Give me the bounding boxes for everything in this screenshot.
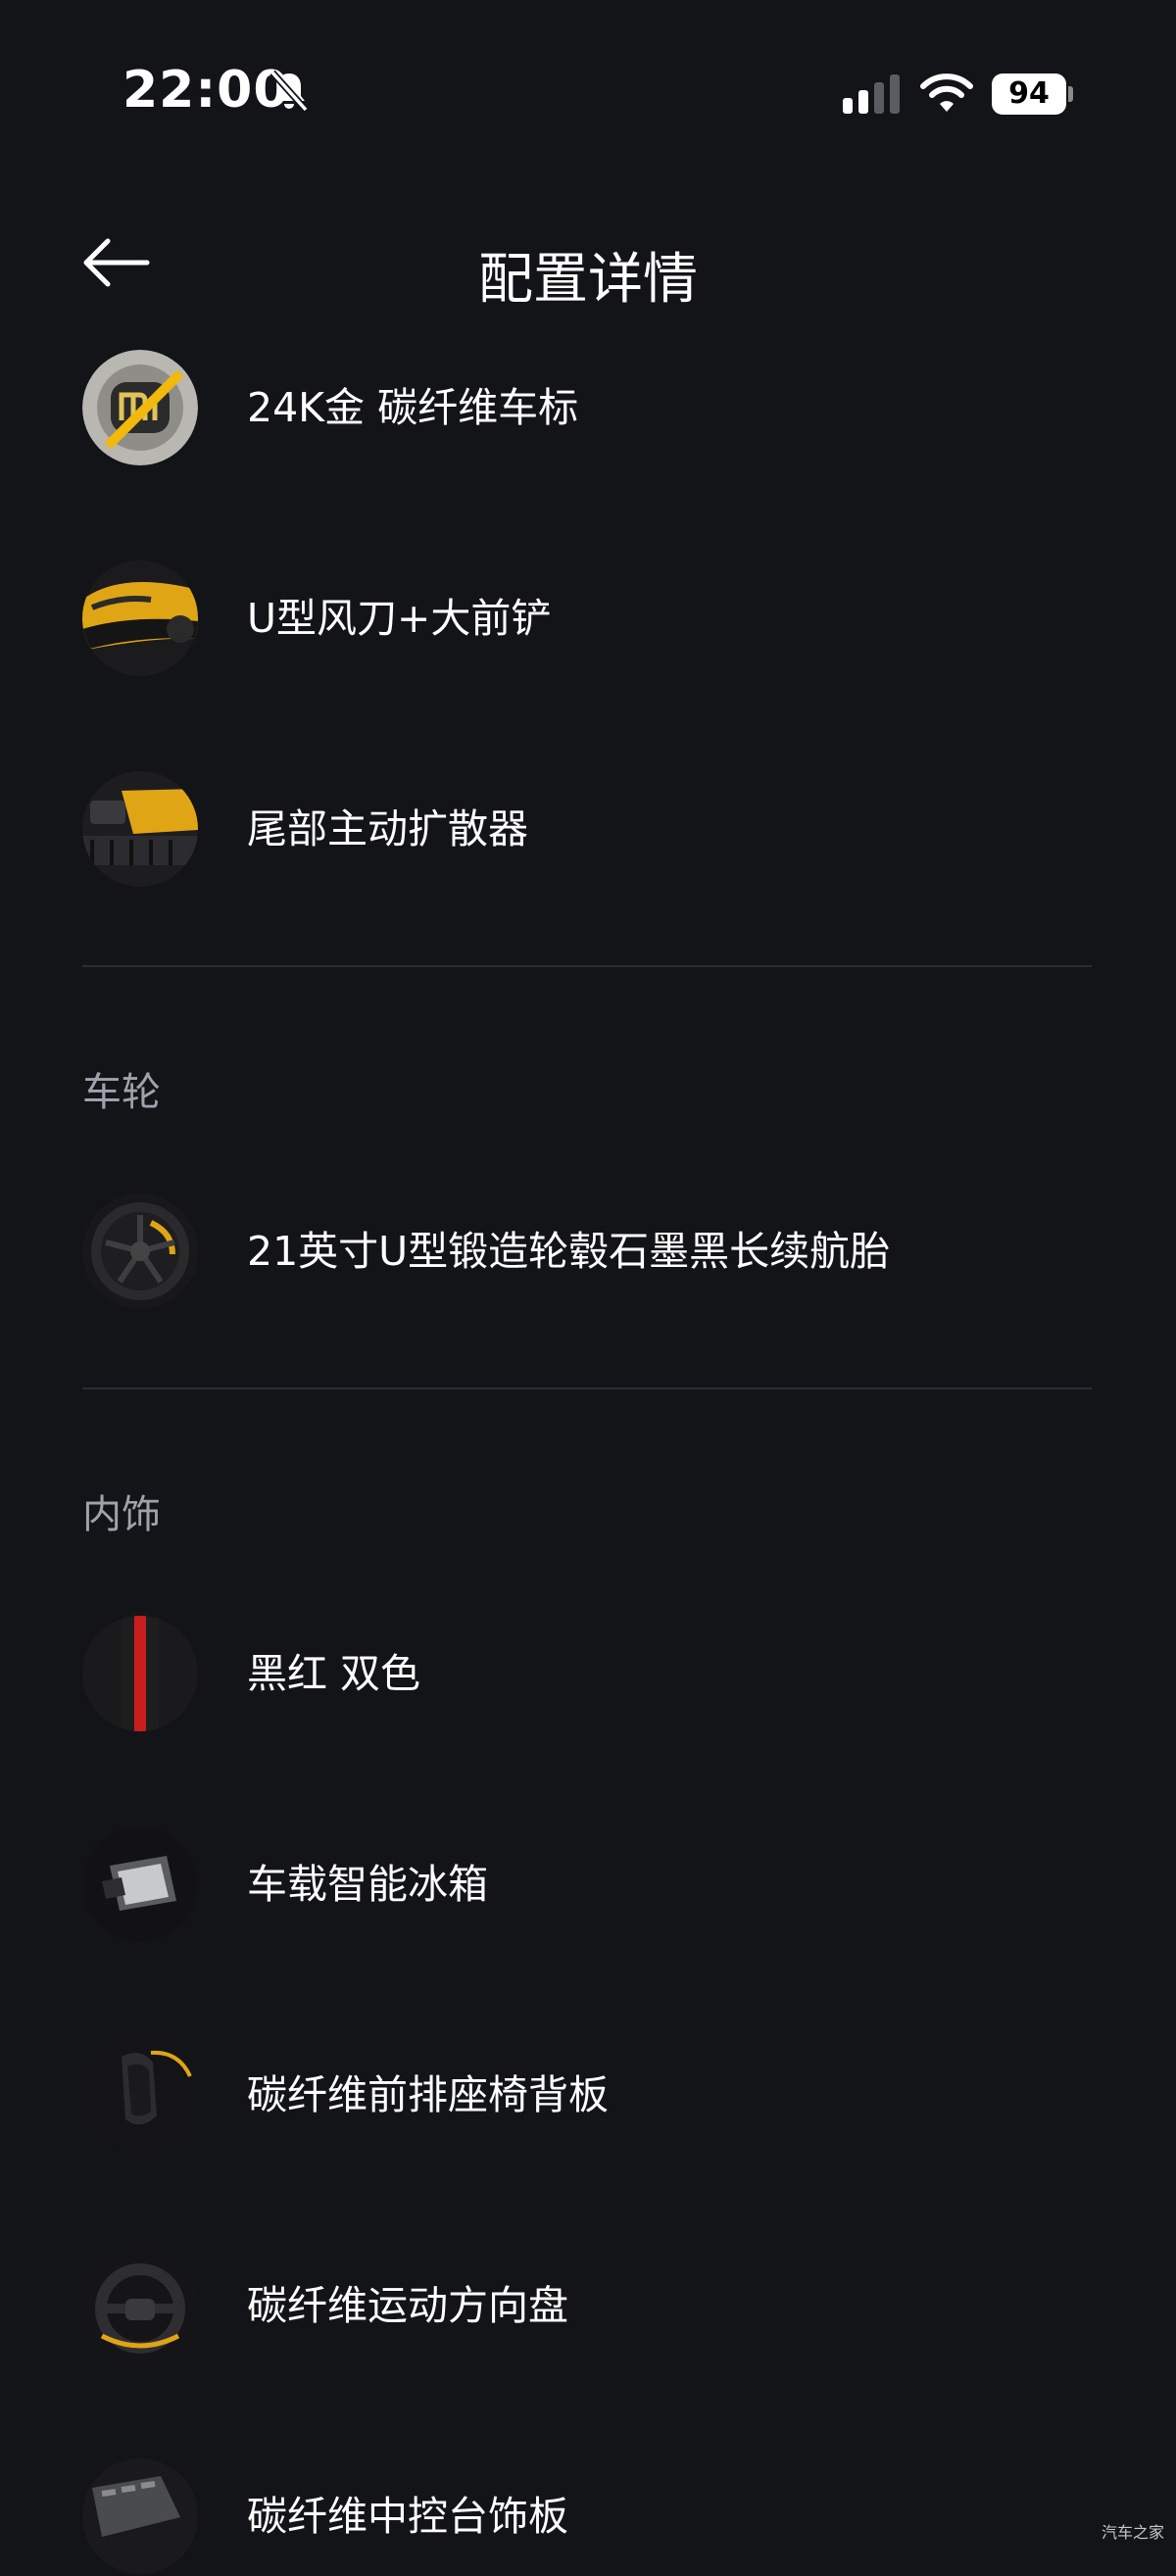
thumbnail — [82, 2248, 198, 2363]
color-swatch-icon — [82, 1616, 198, 1731]
fridge-icon — [82, 1826, 198, 1942]
config-item: 碳纤维中控台饰板 — [82, 2458, 1092, 2576]
thumbnail — [82, 2037, 198, 2153]
thumbnail — [82, 1193, 198, 1309]
item-label: 21英寸U型锻造轮毂石墨黑长续航胎 — [247, 1228, 891, 1275]
thumbnail — [82, 560, 198, 676]
thumbnail — [82, 2458, 198, 2574]
config-item: 碳纤维前排座椅背板 — [82, 2037, 1092, 2155]
divider — [82, 1387, 1092, 1389]
item-label: 碳纤维运动方向盘 — [247, 2282, 568, 2329]
config-item: U型风刀+大前铲 — [82, 560, 1092, 678]
section-header-wheels: 车轮 — [82, 1070, 161, 1115]
item-label: 碳纤维中控台饰板 — [247, 2493, 568, 2540]
rear-diffuser-icon — [82, 771, 198, 887]
item-label: 车载智能冰箱 — [247, 1861, 488, 1908]
config-item: 21英寸U型锻造轮毂石墨黑长续航胎 — [82, 1193, 1092, 1311]
navigation-bar: 配置详情 — [0, 206, 1176, 323]
battery-tip — [1068, 86, 1073, 102]
front-bumper-icon — [82, 560, 198, 676]
page-title: 配置详情 — [478, 248, 698, 312]
item-label: 尾部主动扩散器 — [247, 805, 528, 852]
console-trim-icon — [82, 2458, 198, 2574]
section-header-interior: 内饰 — [82, 1492, 161, 1537]
config-item: 碳纤维运动方向盘 — [82, 2248, 1092, 2365]
wheel-icon — [82, 1193, 198, 1309]
seat-icon — [82, 2037, 198, 2153]
logo-badge-icon — [82, 350, 198, 465]
config-item: 尾部主动扩散器 — [82, 771, 1092, 889]
wifi-icon — [920, 73, 973, 112]
status-bar: 22:00 94 — [0, 0, 1176, 196]
item-label: 碳纤维前排座椅背板 — [247, 2071, 609, 2118]
item-label: 黑红 双色 — [247, 1650, 421, 1697]
status-time: 22:00 — [122, 61, 290, 120]
steering-wheel-icon — [82, 2248, 198, 2363]
cellular-signal-icon — [843, 74, 900, 114]
config-item: 车载智能冰箱 — [82, 1826, 1092, 1944]
thumbnail — [82, 771, 198, 887]
config-item: 黑红 双色 — [82, 1616, 1092, 1733]
config-item: 24K金 碳纤维车标 — [82, 350, 1092, 467]
item-label: U型风刀+大前铲 — [247, 595, 552, 642]
bell-muted-icon — [270, 70, 309, 113]
thumbnail — [82, 350, 198, 465]
thumbnail — [82, 1826, 198, 1942]
divider — [82, 965, 1092, 967]
battery-indicator: 94 — [992, 73, 1074, 115]
battery-level: 94 — [992, 73, 1066, 115]
thumbnail — [82, 1616, 198, 1731]
item-label: 24K金 碳纤维车标 — [247, 384, 579, 431]
watermark: 汽车之家 — [1101, 2523, 1164, 2542]
